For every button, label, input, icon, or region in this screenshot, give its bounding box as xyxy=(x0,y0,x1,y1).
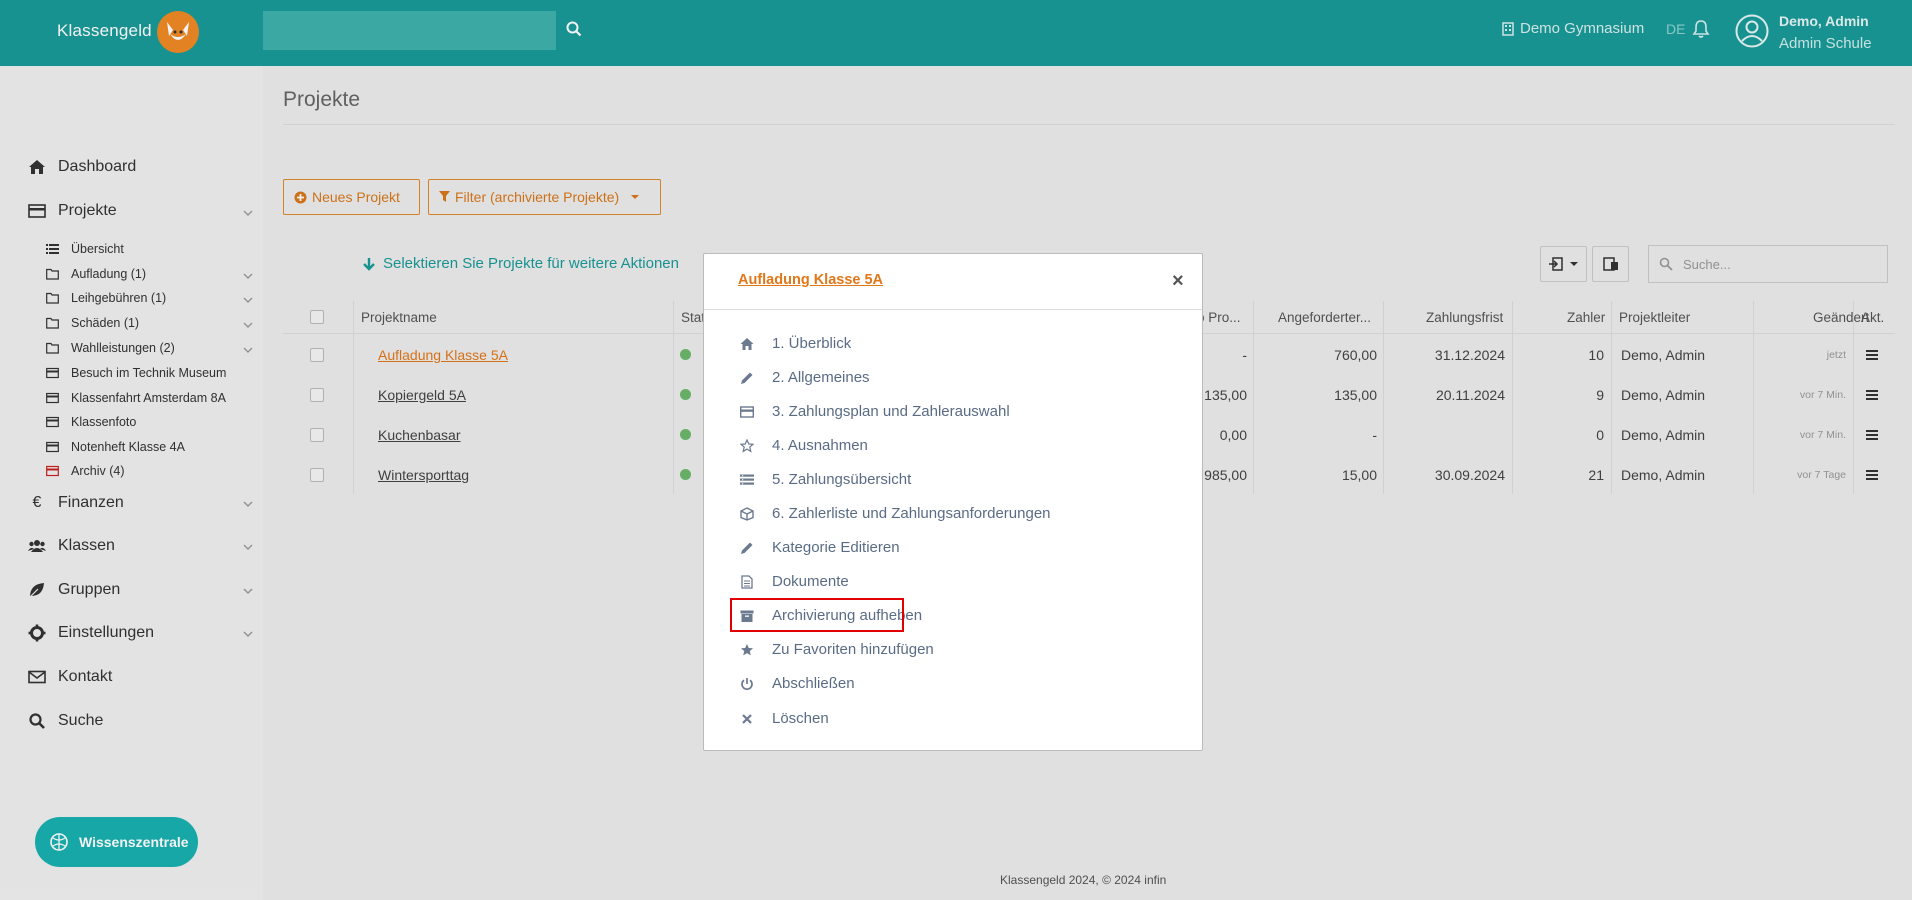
modal-menu-item[interactable]: Abschließen xyxy=(740,675,855,692)
modal-menu-label: Zu Favoriten hinzufügen xyxy=(772,641,934,658)
modal-menu-item[interactable]: 5. Zahlungsübersicht xyxy=(740,471,911,488)
modal-menu-item[interactable]: 1. Überblick xyxy=(740,335,851,352)
star-outline-icon xyxy=(739,438,755,453)
cube-icon xyxy=(740,506,754,521)
document-icon xyxy=(740,574,754,589)
modal-menu-item[interactable]: Zu Favoriten hinzufügen xyxy=(740,641,934,658)
card-icon xyxy=(739,405,755,419)
modal-menu-label: Löschen xyxy=(772,710,829,727)
modal-menu-label: 2. Allgemeines xyxy=(772,369,870,386)
modal-menu-label: 1. Überblick xyxy=(772,335,852,352)
modal-menu-item[interactable]: 6. Zahlerliste und Zahlungsanforderungen xyxy=(740,505,1051,522)
star-icon xyxy=(740,643,754,657)
home-icon xyxy=(740,337,754,351)
modal-menu-item[interactable]: 3. Zahlungsplan und Zahlerauswahl xyxy=(739,403,1010,420)
modal-divider xyxy=(704,309,1202,310)
modal-menu-item[interactable]: Löschen xyxy=(740,710,829,727)
close-button[interactable]: × xyxy=(1172,270,1184,293)
modal-menu-item[interactable]: 4. Ausnahmen xyxy=(739,437,868,454)
list-lines-icon xyxy=(740,473,754,487)
modal-menu-label: 3. Zahlungsplan und Zahlerauswahl xyxy=(772,403,1010,420)
project-actions-modal: Aufladung Klasse 5A × 1. Überblick 2. All… xyxy=(703,253,1203,751)
modal-menu-item[interactable]: Dokumente xyxy=(740,573,849,590)
modal-menu-label: Dokumente xyxy=(772,573,849,590)
highlight-box xyxy=(730,598,904,632)
modal-menu-label: 5. Zahlungsübersicht xyxy=(772,471,912,488)
modal-menu-item[interactable]: 2. Allgemeines xyxy=(740,369,870,386)
pencil-icon xyxy=(740,371,754,385)
times-icon xyxy=(740,712,754,726)
modal-title[interactable]: Aufladung Klasse 5A xyxy=(738,272,883,288)
modal-menu-label: Kategorie Editieren xyxy=(772,539,900,556)
power-icon xyxy=(740,677,754,691)
modal-menu-label: Abschließen xyxy=(772,675,855,692)
modal-menu-label: 6. Zahlerliste und Zahlungsanforderungen xyxy=(772,505,1051,522)
modal-menu-label: 4. Ausnahmen xyxy=(772,437,868,454)
modal-menu-item[interactable]: Kategorie Editieren xyxy=(740,539,900,556)
pencil-icon xyxy=(740,541,754,555)
